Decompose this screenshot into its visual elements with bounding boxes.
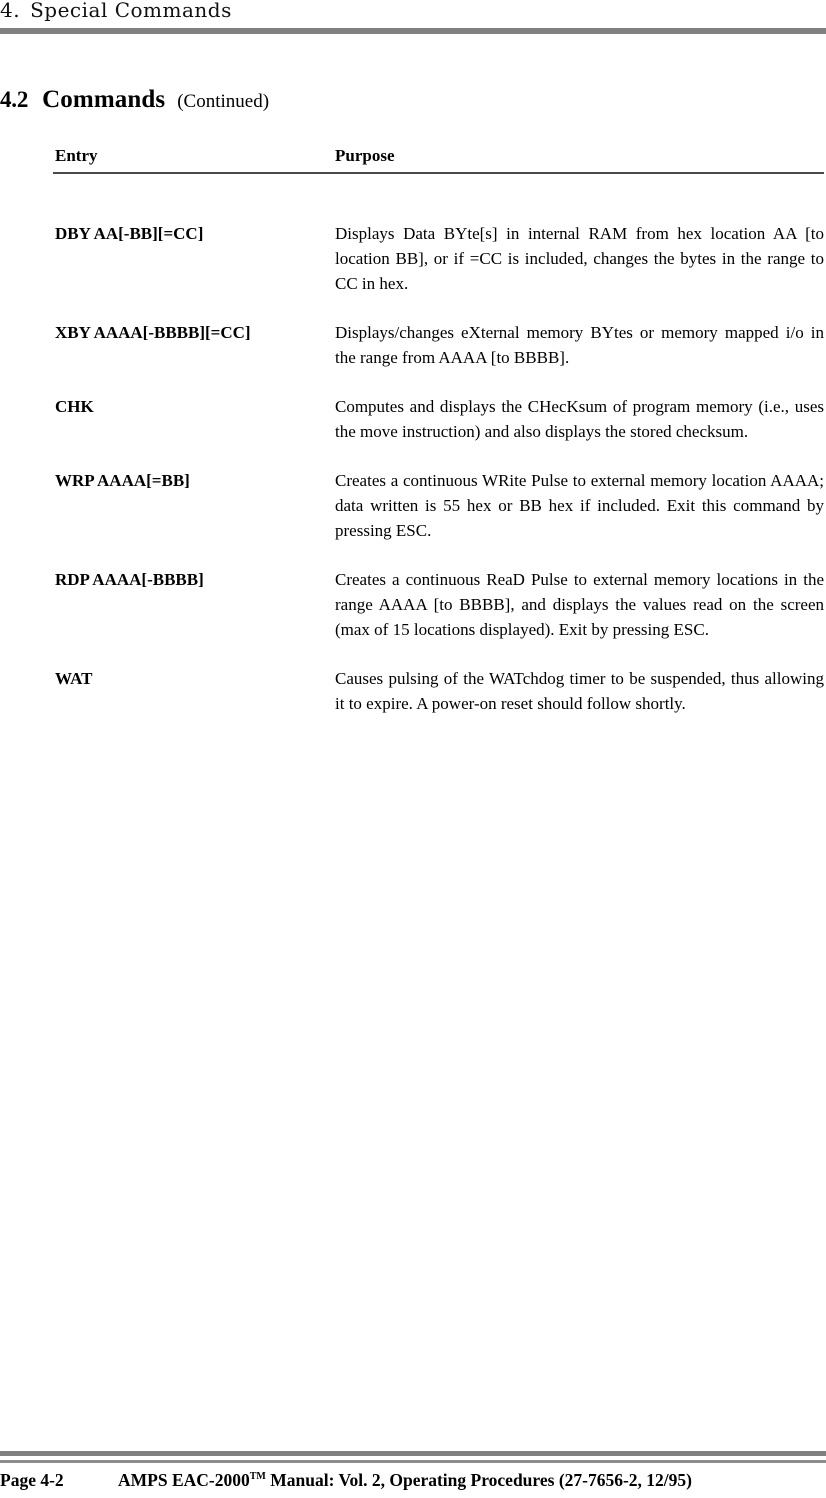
command-purpose: Creates a continuous ReaD Pulse to exter… [335,570,824,639]
table-header-row: Entry Purpose [53,146,824,174]
command-entry: XBY AAAA[-BBBB][=CC] [55,323,251,342]
table-row: DBY AA[-BB][=CC] Displays Data BYte[s] i… [53,221,824,296]
table-body: DBY AA[-BB][=CC] Displays Data BYte[s] i… [53,221,824,740]
command-purpose: Displays/changes eXternal memory BYtes o… [335,323,824,367]
section-title: 4.2 Commands (Continued) [0,86,826,114]
header-rule [0,28,826,34]
trademark-mark: TM [249,1471,266,1483]
column-header-entry: Entry [55,146,98,165]
table-row: XBY AAAA[-BBBB][=CC] Displays/changes eX… [53,320,824,370]
footer-rule-thick [0,1451,826,1456]
table-header-rule [53,172,824,174]
section-name: Commands [42,86,166,113]
document-title-suffix: Manual: Vol. 2, Operating Procedures (27… [265,1470,692,1490]
table-row: WAT Causes pulsing of the WATchdog timer… [53,666,824,716]
table-row: WRP AAAA[=BB] Creates a continuous WRite… [53,468,824,543]
section-continued-label: (Continued) [177,91,270,112]
commands-table: Entry Purpose DBY AA[-BB][=CC] Displays … [53,146,824,713]
running-head-title: Special Commands [30,0,232,22]
command-purpose: Displays Data BYte[s] in internal RAM fr… [335,224,824,293]
running-head-text: 4. Special Commands [0,0,232,22]
table-row: RDP AAAA[-BBBB] Creates a continuous Rea… [53,567,824,642]
footer-rule-thin [0,1460,826,1463]
page-number-label: Page 4-2 [0,1470,64,1490]
command-purpose: Causes pulsing of the WATchdog timer to … [335,669,824,713]
command-entry: RDP AAAA[-BBBB] [55,570,204,589]
command-entry: DBY AA[-BB][=CC] [55,224,204,243]
command-entry: WAT [55,669,93,688]
running-head-number: 4. [0,0,21,22]
column-header-purpose: Purpose [335,146,395,165]
command-purpose: Computes and displays the CHecKsum of pr… [335,397,824,441]
page-footer: Page 4-2 AMPS EAC-2000TM Manual: Vol. 2,… [0,1470,826,1498]
command-entry: CHK [55,397,94,416]
document-title-prefix: AMPS EAC-2000 [118,1470,250,1490]
document-reference-label: AMPS EAC-2000TM Manual: Vol. 2, Operatin… [118,1470,692,1491]
command-purpose: Creates a continuous WRite Pulse to exte… [335,471,824,540]
section-number: 4.2 [0,87,29,112]
table-row: CHK Computes and displays the CHecKsum o… [53,394,824,444]
command-entry: WRP AAAA[=BB] [55,471,190,490]
